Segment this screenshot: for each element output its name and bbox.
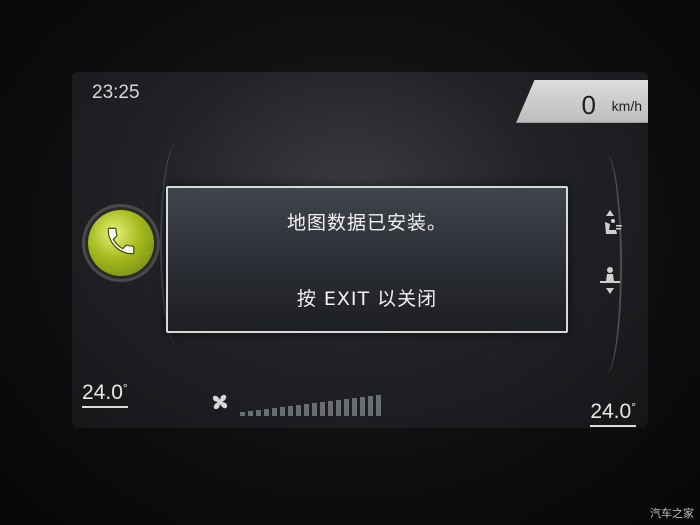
fan-bar-segment <box>336 400 341 416</box>
right-temperature[interactable]: 24.0° <box>590 400 636 427</box>
fan-bar-segment <box>296 405 301 416</box>
infotainment-screen: 23:25 0 km/h 地图数据已安装。 按 EXIT 以关闭 24.0° 2… <box>72 72 648 428</box>
seat-controls <box>590 210 630 320</box>
right-temp-value: 24.0 <box>590 400 632 423</box>
left-temp-degree: ° <box>122 381 128 395</box>
fan-bar-segment <box>240 412 245 416</box>
fan-bar-segment <box>256 410 261 416</box>
fan-bar-segment <box>360 397 365 416</box>
fan-bar-segment <box>328 401 333 416</box>
fan-bar-segment <box>376 395 381 416</box>
phone-button[interactable] <box>88 210 154 276</box>
fan-level-bar[interactable] <box>240 394 392 416</box>
fan-bar-segment <box>304 404 309 416</box>
seat-recline-icon[interactable] <box>596 210 624 238</box>
seat-position-icon[interactable] <box>596 266 624 294</box>
fan-bar-segment <box>280 407 285 416</box>
speed-unit: km/h <box>611 98 642 114</box>
watermark: 汽车之家 <box>650 507 694 520</box>
fan-bar-segment <box>288 406 293 416</box>
right-temp-degree: ° <box>631 400 636 414</box>
fan-bar-segment <box>344 399 349 416</box>
fan-icon[interactable] <box>208 390 232 414</box>
left-temp-value: 24.0 <box>82 381 123 404</box>
left-temperature[interactable]: 24.0° <box>82 381 128 408</box>
message-dialog: 地图数据已安装。 按 EXIT 以关闭 <box>166 186 568 333</box>
dialog-message: 地图数据已安装。 <box>286 212 447 234</box>
fan-bar-segment <box>368 396 373 416</box>
speed-panel: 0 km/h <box>516 80 648 123</box>
fan-bar-segment <box>320 402 325 416</box>
fan-bar-segment <box>312 403 317 416</box>
fan-bar-segment <box>248 411 253 416</box>
phone-icon <box>104 224 138 262</box>
dialog-hint: 按 EXIT 以关闭 <box>296 288 438 310</box>
clock: 23:25 <box>92 82 140 103</box>
fan-bar-segment <box>264 409 269 416</box>
speed-value: 0 <box>581 90 596 120</box>
fan-bar-segment <box>352 398 357 416</box>
fan-bar-segment <box>272 408 277 416</box>
